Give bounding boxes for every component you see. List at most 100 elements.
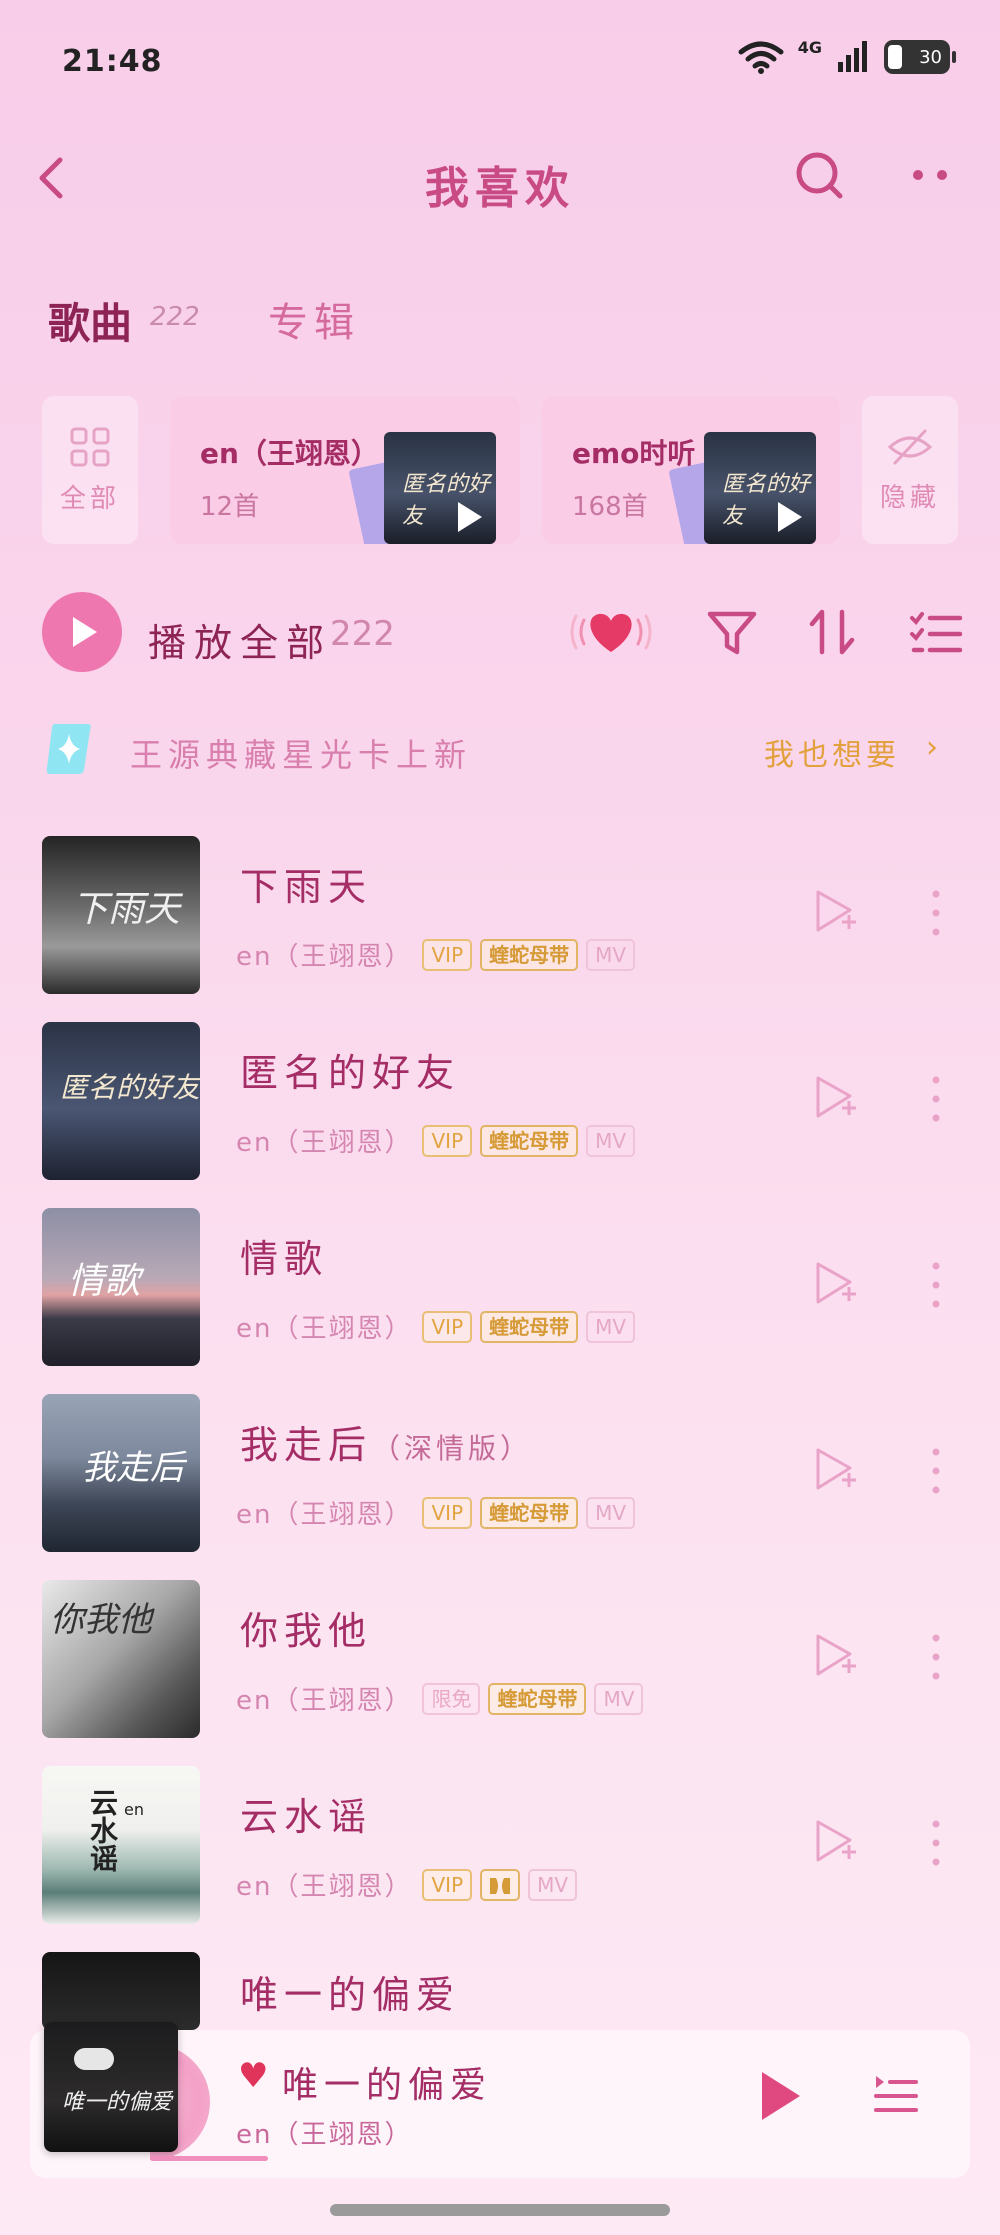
mv-badge[interactable]: MV: [586, 938, 636, 971]
home-indicator[interactable]: [330, 2204, 670, 2216]
vip-badge: VIP: [422, 1310, 473, 1343]
play-icon[interactable]: [762, 2072, 800, 2120]
mv-badge[interactable]: MV: [594, 1682, 644, 1715]
playlist-cover: 匿名的好友: [668, 432, 816, 544]
page-title: 我喜欢: [425, 163, 575, 214]
song-title: 下雨天: [240, 865, 373, 909]
wifi-icon: [738, 41, 784, 74]
song-artist: en（王翊恩）: [236, 942, 413, 972]
mv-badge[interactable]: MV: [586, 1496, 636, 1529]
playlist-card-emo[interactable]: emo时听 168首 匿名的好友: [542, 396, 840, 544]
mini-player-cover[interactable]: 唯一的偏爱: [44, 2022, 178, 2152]
song-artist: en（王翊恩）: [236, 1686, 413, 1716]
play-next-icon[interactable]: [812, 888, 858, 938]
song-row[interactable]: 我走后 我走后（深情版） en（王翊恩） VIP 蝰蛇母带 MV: [0, 1394, 1000, 1580]
playlist-queue-icon[interactable]: [872, 2070, 920, 2120]
play-icon[interactable]: [778, 502, 802, 532]
filter-hidden-card[interactable]: 隐藏: [862, 396, 958, 544]
song-row[interactable]: 匿名的好友 匿名的好友 en（王翊恩） VIP 蝰蛇母带 MV: [0, 1022, 1000, 1208]
album-cover: [42, 1952, 200, 2030]
song-artist: en（王翊恩）: [236, 1314, 413, 1344]
song-row[interactable]: 下雨天 下雨天 en（王翊恩） VIP 蝰蛇母带 MV: [0, 836, 1000, 1022]
sort-icon[interactable]: [800, 600, 864, 664]
play-all-count: 222: [330, 614, 395, 654]
playback-progress: [150, 2156, 268, 2161]
playlist-cover: 匿名的好友: [348, 432, 496, 544]
more-vertical-icon[interactable]: [926, 1446, 946, 1496]
play-next-icon[interactable]: [812, 1446, 858, 1496]
filter-icon[interactable]: [700, 600, 764, 664]
promo-link[interactable]: 我也想要: [764, 730, 900, 774]
song-title: 情歌: [240, 1237, 329, 1281]
cover-text: 我走后: [82, 1448, 184, 1488]
tab-songs[interactable]: 歌曲: [48, 290, 132, 351]
play-next-icon[interactable]: [812, 1260, 858, 1310]
cover-text: 云水谣: [86, 1788, 119, 1872]
more-icon[interactable]: [904, 160, 956, 190]
free-badge: 限免: [422, 1682, 481, 1715]
play-all-label[interactable]: 播放全部: [148, 612, 332, 667]
play-next-icon[interactable]: [812, 1818, 858, 1868]
song-title: 你我他: [240, 1609, 373, 1653]
song-version: （深情版）: [372, 1432, 533, 1465]
status-icons: 4G 30: [738, 38, 956, 74]
song-row[interactable]: 唯一的偏爱: [0, 1952, 1000, 2032]
more-vertical-icon[interactable]: [926, 1632, 946, 1682]
more-vertical-icon[interactable]: [926, 888, 946, 938]
quality-badge: 蝰蛇母带: [480, 1310, 579, 1343]
chevron-right-icon: ›: [926, 730, 938, 765]
multi-select-icon[interactable]: [904, 600, 968, 664]
song-row[interactable]: 你我他 你我他 en（王翊恩） 限免 蝰蛇母带 MV: [0, 1580, 1000, 1766]
playlist-name: emo时听: [572, 437, 696, 470]
album-cover: 我走后: [42, 1394, 200, 1552]
play-next-icon[interactable]: [812, 1632, 858, 1682]
song-artist: en（王翊恩）: [236, 1872, 413, 1902]
tab-albums[interactable]: 专辑: [268, 290, 360, 348]
song-row[interactable]: 云水谣 en 云水谣 en（王翊恩） VIP MV: [0, 1766, 1000, 1952]
album-cover: 情歌: [42, 1208, 200, 1366]
play-next-icon[interactable]: [812, 1074, 858, 1124]
filter-all-card[interactable]: 全部: [42, 396, 138, 544]
vip-badge: VIP: [422, 1496, 473, 1529]
cover-text: 你我他: [50, 1600, 152, 1640]
cover-text: 情歌: [68, 1261, 141, 1302]
filter-all-label: 全部: [59, 483, 120, 514]
vip-badge: VIP: [422, 1124, 473, 1157]
liked-heart-icon[interactable]: ♥: [238, 2056, 268, 2096]
tab-songs-count: 222: [150, 302, 200, 332]
playlist-count: 12首: [200, 492, 260, 522]
song-row[interactable]: 情歌 情歌 en（王翊恩） VIP 蝰蛇母带 MV: [0, 1208, 1000, 1394]
cover-text: 唯一的偏爱: [62, 2090, 173, 2115]
battery-level: 30: [919, 46, 942, 68]
album-cover: 匿名的好友: [42, 1022, 200, 1180]
search-icon[interactable]: [792, 148, 848, 204]
quality-badge: 蝰蛇母带: [480, 1124, 579, 1157]
mv-badge[interactable]: MV: [586, 1310, 636, 1343]
heart-icon[interactable]: [566, 600, 656, 664]
eye-off-icon: [887, 429, 933, 464]
play-all-button[interactable]: [42, 592, 122, 672]
mini-player-artist: en（王翊恩）: [236, 2120, 413, 2150]
dolby-icon: [480, 1868, 521, 1901]
playlist-name: en（王翊恩）: [200, 437, 379, 470]
more-vertical-icon[interactable]: [926, 1818, 946, 1868]
cover-text: 下雨天: [72, 889, 181, 930]
cover-text: 匿名的好友: [60, 1071, 200, 1104]
album-cover: 你我他: [42, 1580, 200, 1738]
song-title: 唯一的偏爱: [240, 1973, 461, 2017]
song-title: 匿名的好友: [240, 1051, 461, 1095]
mv-badge[interactable]: MV: [586, 1124, 636, 1157]
vip-badge: VIP: [422, 1868, 473, 1901]
more-vertical-icon[interactable]: [926, 1260, 946, 1310]
song-artist: en（王翊恩）: [236, 1500, 413, 1530]
promo-text[interactable]: 王源典藏星光卡上新: [130, 730, 472, 776]
more-vertical-icon[interactable]: [926, 1074, 946, 1124]
quality-badge: 蝰蛇母带: [480, 1496, 579, 1529]
playlist-card-en[interactable]: en（王翊恩） 12首 匿名的好友: [170, 396, 520, 544]
mv-badge[interactable]: MV: [528, 1868, 578, 1901]
mini-player-title: 唯一的偏爱: [282, 2065, 493, 2106]
vip-badge: VIP: [422, 938, 473, 971]
status-time: 21:48: [62, 44, 163, 79]
play-icon[interactable]: [458, 502, 482, 532]
signal-icon: [838, 41, 867, 72]
